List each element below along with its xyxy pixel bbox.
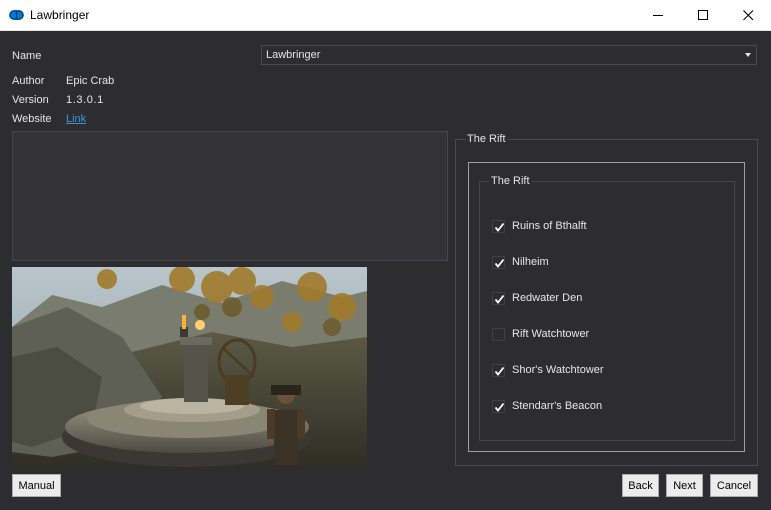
checkmark-icon <box>494 222 505 232</box>
cancel-button[interactable]: Cancel <box>710 474 758 497</box>
description-box[interactable] <box>12 131 448 261</box>
options-group-title: The Rift <box>466 133 507 145</box>
checkbox[interactable] <box>492 292 505 305</box>
title-bar: Lawbringer <box>0 0 771 31</box>
option-label: Nilheim <box>512 256 549 268</box>
plugin-group-title: The Rift <box>489 175 532 187</box>
close-button[interactable] <box>726 0 771 30</box>
checkmark-icon <box>494 294 505 304</box>
minimize-button[interactable] <box>636 0 681 30</box>
app-icon <box>9 10 24 20</box>
manual-button[interactable]: Manual <box>12 474 61 497</box>
checkbox[interactable] <box>492 256 505 269</box>
installer-body: Name Lawbringer Author Epic Crab Version… <box>0 31 771 510</box>
version-label: Version <box>12 94 49 106</box>
website-label: Website <box>12 113 52 125</box>
website-link[interactable]: Link <box>66 113 86 125</box>
back-button[interactable]: Back <box>622 474 659 497</box>
option-label: Rift Watchtower <box>512 328 590 340</box>
chevron-down-icon <box>745 53 751 57</box>
maximize-icon <box>698 10 708 20</box>
maximize-button[interactable] <box>681 0 726 30</box>
next-button[interactable]: Next <box>666 474 703 497</box>
option-label: Redwater Den <box>512 292 583 304</box>
checkbox[interactable] <box>492 220 505 233</box>
checkmark-icon <box>494 258 505 268</box>
checkbox[interactable] <box>492 364 505 377</box>
minimize-icon <box>653 15 663 16</box>
checkbox[interactable] <box>492 400 505 413</box>
name-label: Name <box>12 50 42 62</box>
option-label: Stendarr's Beacon <box>512 400 603 412</box>
checkmark-icon <box>494 366 505 376</box>
checkbox[interactable] <box>492 328 505 341</box>
option-label: Ruins of Bthalft <box>512 220 587 232</box>
checkmark-icon <box>494 402 505 412</box>
author-value: Epic Crab <box>66 75 115 87</box>
author-label: Author <box>12 75 45 87</box>
close-icon <box>743 10 754 21</box>
name-select-value: Lawbringer <box>266 49 321 61</box>
version-value: 1.3.0.1 <box>66 94 104 106</box>
option-label: Shor's Watchtower <box>512 364 604 376</box>
name-select[interactable]: Lawbringer <box>261 45 757 65</box>
window-title: Lawbringer <box>30 8 90 22</box>
plugin-preview-image <box>12 267 367 467</box>
